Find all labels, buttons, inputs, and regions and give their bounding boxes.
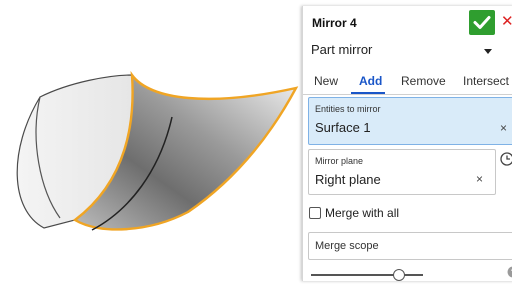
close-icon[interactable]: ✕ <box>501 14 512 29</box>
merge-with-all-checkbox[interactable] <box>309 207 321 219</box>
clear-plane-icon[interactable]: × <box>476 172 483 186</box>
panel-header: Mirror 4 ✕ <box>303 6 512 39</box>
check-icon <box>469 10 495 35</box>
slider-track <box>311 274 423 276</box>
tab-intersect[interactable]: Intersect <box>463 74 509 88</box>
chevron-down-icon <box>484 49 492 54</box>
active-tab-indicator <box>351 92 385 94</box>
entities-value: Surface 1 <box>315 120 371 135</box>
merge-scope-label: Merge scope <box>315 240 379 252</box>
zoom-slider[interactable] <box>311 268 426 282</box>
operation-tabs: New Add Remove Intersect <box>303 68 512 95</box>
clear-entities-icon[interactable]: × <box>500 121 507 135</box>
tab-new[interactable]: New <box>314 74 338 88</box>
merge-scope-field[interactable]: Merge scope <box>308 232 512 260</box>
mirror-feature-panel: Mirror 4 ✕ Part mirror New Add Remove In… <box>302 6 512 281</box>
merge-with-all-row[interactable]: Merge with all <box>309 206 509 222</box>
feature-title: Mirror 4 <box>312 16 357 30</box>
tab-add[interactable]: Add <box>359 74 382 88</box>
mirror-type-dropdown[interactable]: Part mirror <box>303 39 512 63</box>
surface-model[interactable] <box>0 0 300 279</box>
mirror-type-value: Part mirror <box>311 42 372 57</box>
accept-button[interactable] <box>469 10 495 35</box>
mirror-plane-label: Mirror plane <box>315 156 363 166</box>
entities-to-mirror-field[interactable]: Entities to mirror Surface 1 × <box>308 97 512 145</box>
graphics-viewport[interactable] <box>0 0 300 279</box>
tab-remove[interactable]: Remove <box>401 74 446 88</box>
mirror-plane-field[interactable]: Mirror plane Right plane × <box>308 149 496 195</box>
slider-thumb[interactable] <box>393 269 405 281</box>
entities-label: Entities to mirror <box>315 104 381 114</box>
merge-with-all-label: Merge with all <box>325 206 399 220</box>
history-icon[interactable] <box>500 152 512 171</box>
mirror-plane-value: Right plane <box>315 172 381 187</box>
